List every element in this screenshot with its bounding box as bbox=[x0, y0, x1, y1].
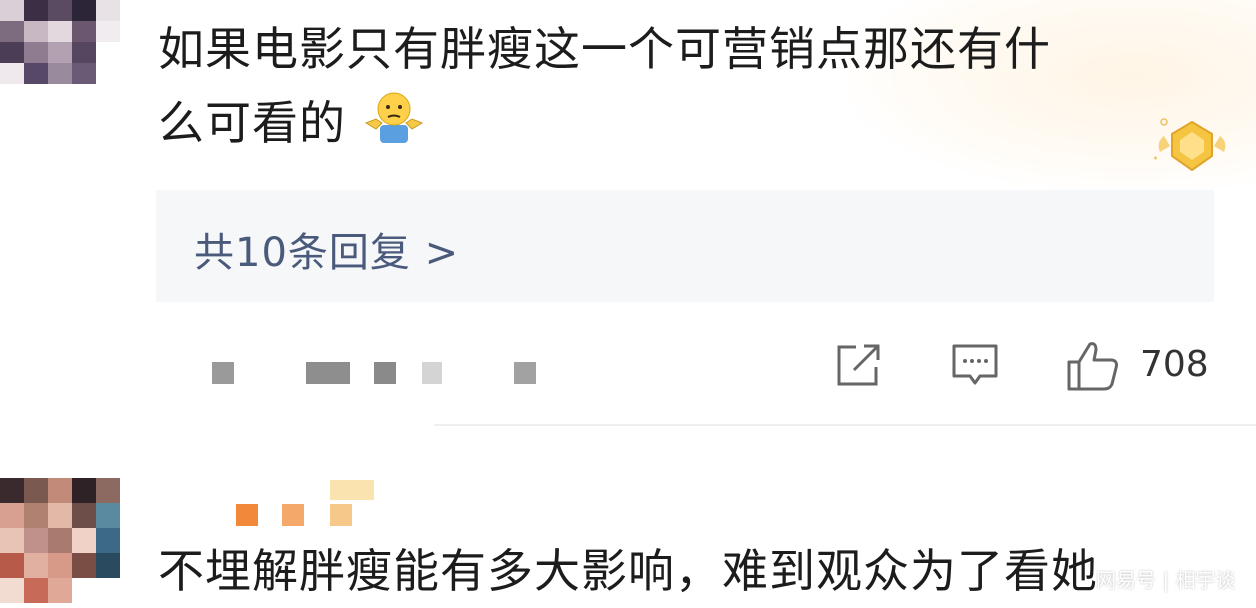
like-count: 708 bbox=[1140, 344, 1209, 385]
like-icon[interactable] bbox=[1066, 340, 1122, 396]
reply-count-link[interactable]: 共10条回复 > bbox=[194, 220, 459, 278]
avatar[interactable] bbox=[0, 0, 120, 84]
share-icon[interactable] bbox=[834, 340, 884, 394]
comment-icon[interactable] bbox=[950, 340, 1000, 394]
divider bbox=[434, 424, 1256, 426]
comment-text: 不埋解胖瘦能有多大影响，难到观众为了看她 bbox=[158, 544, 1098, 598]
watermark: 网易号 | 相宇谈 bbox=[1096, 568, 1236, 592]
avatar[interactable] bbox=[0, 478, 120, 603]
comment-text: 如果电影只有胖瘦这一个可营销点那还有什 么可看的 bbox=[158, 22, 1051, 150]
reply-summary[interactable]: 共10条回复 > bbox=[156, 190, 1214, 302]
shrug-emoji-icon bbox=[362, 89, 426, 147]
gold-badge-icon bbox=[1150, 112, 1234, 182]
